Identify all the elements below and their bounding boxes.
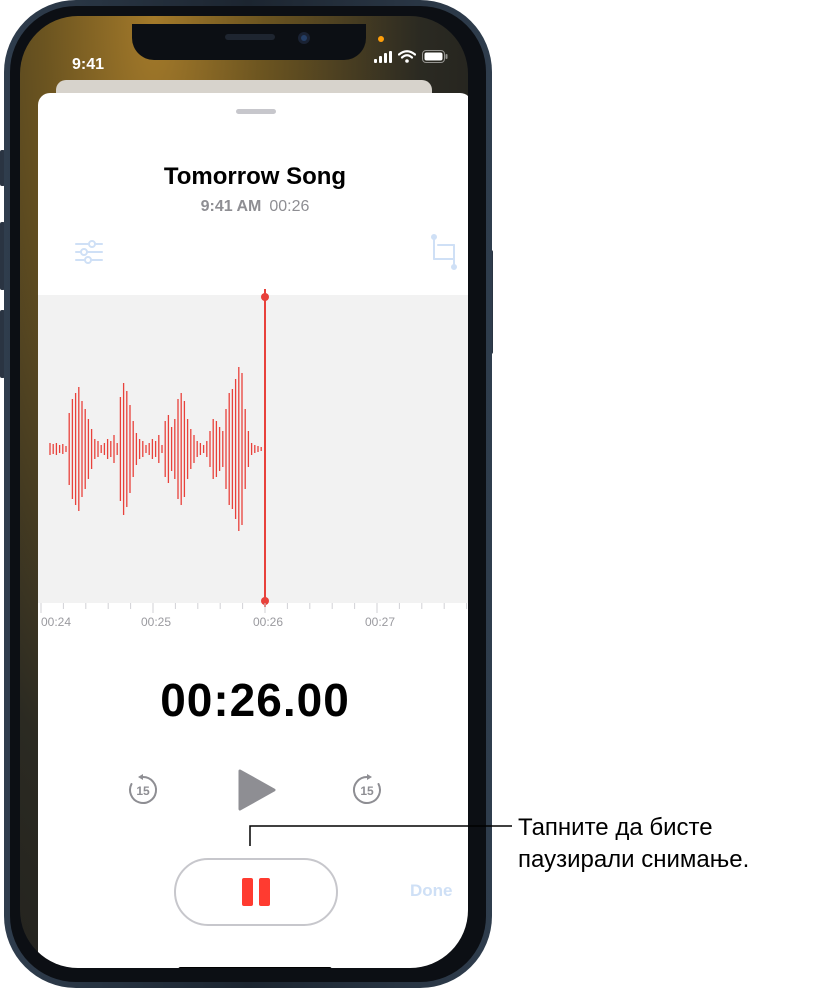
notch: [132, 24, 366, 60]
recording-title[interactable]: Tomorrow Song: [38, 163, 468, 191]
skip-back-15-icon: 15: [129, 774, 158, 804]
recording-duration: 00:26: [269, 198, 310, 215]
recording-time-of-day: 9:41 AM: [200, 198, 262, 215]
playhead-handle[interactable]: [261, 293, 269, 301]
playback-controls: 15 15: [38, 763, 468, 823]
phone-screen: 9:41 Tomorrow Song 9:41 AM 00:26 00:24 0…: [20, 16, 468, 968]
timeline-ruler[interactable]: 00:24 00:25 00:26 00:27: [38, 603, 468, 643]
tick-label: 00:26: [253, 615, 284, 629]
front-camera-icon: [298, 32, 310, 44]
recording-meta: 9:41 AM 00:26: [38, 198, 468, 216]
status-time: 9:41: [72, 56, 105, 73]
pause-recording-button[interactable]: [174, 858, 338, 926]
trim-button[interactable]: [430, 233, 460, 271]
battery-icon: [422, 50, 448, 63]
tick-label: 00:27: [365, 615, 396, 629]
callout-text: Тапните да бисте паузирали снимање.: [518, 812, 749, 876]
pause-icon: [242, 878, 270, 906]
microphone-in-use-indicator: [378, 36, 384, 42]
play-button[interactable]: [236, 769, 276, 811]
waveform-area[interactable]: [38, 289, 468, 607]
skip-forward-label: 15: [360, 784, 374, 798]
wifi-icon: [398, 50, 416, 63]
phone-bezel: 9:41 Tomorrow Song 9:41 AM 00:26 00:24 0…: [10, 6, 486, 982]
recording-sheet: Tomorrow Song 9:41 AM 00:26 00:24 00:25 …: [38, 93, 468, 968]
skip-forward-15-icon: 15: [352, 774, 381, 804]
status-icons: [374, 50, 448, 63]
waveform: [49, 289, 269, 607]
skip-forward-button[interactable]: 15: [350, 773, 384, 807]
tick-label: 00:25: [141, 615, 172, 629]
crop-icon: [431, 234, 457, 270]
elapsed-timer: 00:26.00: [160, 674, 350, 726]
tick-label: 00:24: [41, 615, 72, 629]
callout-line-2: паузирали снимање.: [518, 846, 750, 873]
skip-back-label: 15: [136, 784, 150, 798]
sliders-icon: [75, 240, 103, 264]
play-icon: [238, 769, 276, 811]
sheet-grabber[interactable]: [236, 109, 276, 114]
cellular-signal-icon: [374, 50, 392, 63]
speaker-grille: [225, 34, 275, 40]
done-button[interactable]: Done: [410, 881, 453, 901]
callout-line-1: Тапните да бисте: [518, 814, 713, 841]
home-indicator[interactable]: [178, 967, 332, 968]
phone-frame: 9:41 Tomorrow Song 9:41 AM 00:26 00:24 0…: [4, 0, 492, 988]
edit-options-button[interactable]: [74, 239, 104, 265]
skip-back-button[interactable]: 15: [126, 773, 160, 807]
